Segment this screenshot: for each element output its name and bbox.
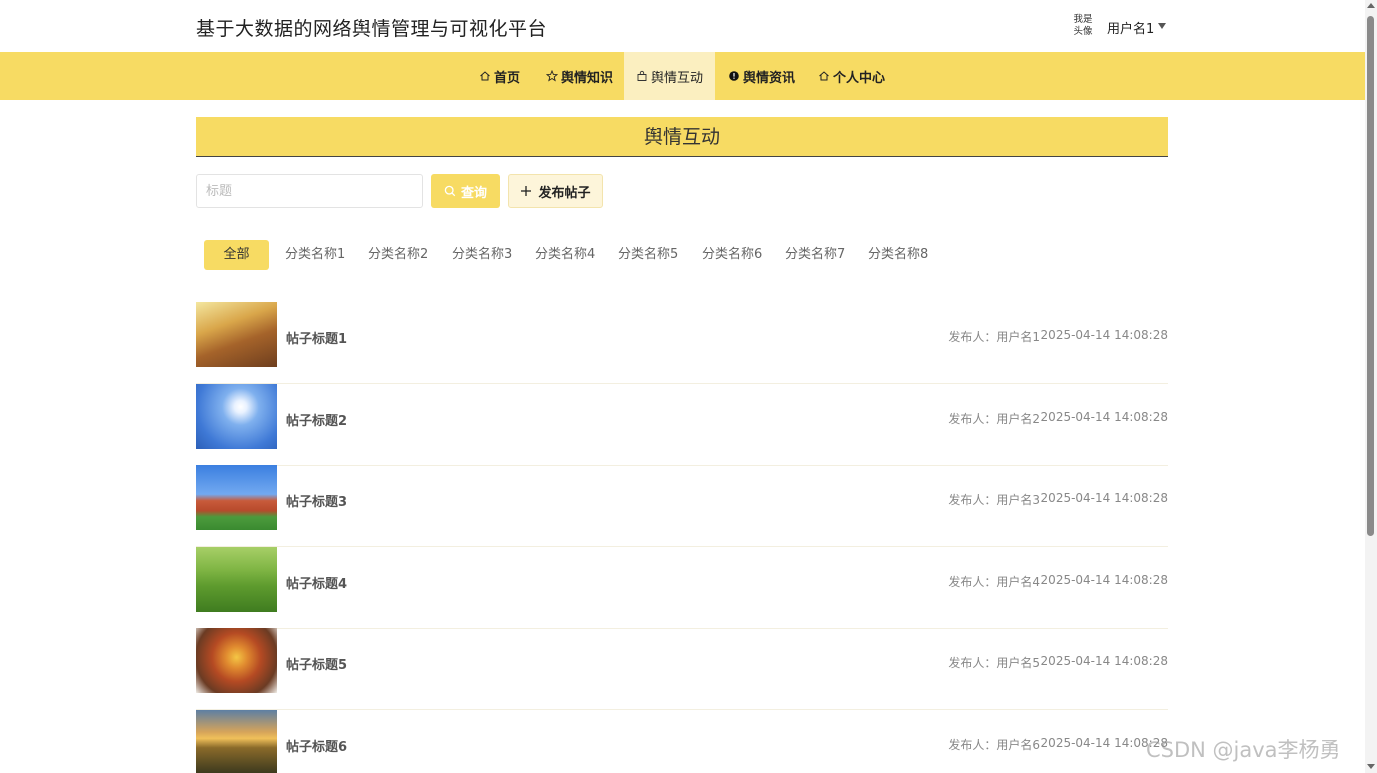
nav-item-label: 首页 — [494, 70, 521, 86]
post-title[interactable]: 帖子标题5 — [286, 654, 347, 673]
category-item[interactable]: 分类名称2 — [368, 240, 428, 270]
post-title[interactable]: 帖子标题4 — [286, 573, 347, 592]
category-item[interactable]: 分类名称3 — [452, 240, 512, 270]
category-item[interactable]: 分类名称8 — [868, 240, 928, 270]
nav-item-interaction[interactable]: 舆情互动 — [624, 52, 715, 100]
post-time: 2025-04-14 14:08:28 — [1040, 410, 1168, 424]
post-row[interactable]: 帖子标题2 发布人：用户名2 2025-04-14 14:08:28 — [196, 384, 1168, 466]
scrollbar-thumb[interactable] — [1367, 16, 1374, 536]
home-icon — [480, 71, 490, 81]
scroll-down-icon[interactable] — [1367, 764, 1375, 769]
category-item[interactable]: 分类名称4 — [535, 240, 595, 270]
post-thumbnail[interactable] — [196, 302, 277, 367]
section-header: 舆情互动 — [196, 117, 1168, 157]
scrollbar[interactable] — [1365, 0, 1377, 773]
category-item[interactable]: 分类名称1 — [285, 240, 345, 270]
post-author: 发布人：用户名4 — [948, 575, 1040, 589]
category-item[interactable]: 分类名称5 — [618, 240, 678, 270]
post-title[interactable]: 帖子标题6 — [286, 736, 347, 755]
nav-item-label: 舆情资讯 — [743, 70, 796, 86]
nav-item-knowledge[interactable]: 舆情知识 — [534, 52, 625, 100]
title-search-input[interactable] — [196, 174, 423, 208]
plus-icon — [521, 186, 532, 196]
post-row[interactable]: 帖子标题4 发布人：用户名4 2025-04-14 14:08:28 — [196, 547, 1168, 629]
header: 基于大数据的网络舆情管理与可视化平台 我是头像 用户名1 — [0, 0, 1365, 52]
nav-item-label: 舆情知识 — [561, 70, 614, 86]
post-title[interactable]: 帖子标题2 — [286, 410, 347, 429]
post-author: 发布人：用户名3 — [948, 493, 1040, 507]
section-title: 舆情互动 — [643, 126, 720, 148]
post-author: 发布人：用户名2 — [948, 412, 1040, 426]
scroll-up-icon[interactable] — [1367, 3, 1375, 8]
query-button-label: 查询 — [460, 185, 487, 201]
publish-button-label: 发布帖子 — [538, 185, 591, 201]
post-thumbnail[interactable] — [196, 628, 277, 693]
avatar[interactable]: 我是头像 — [1071, 14, 1095, 38]
nav-item-home[interactable]: 首页 — [467, 52, 532, 100]
watermark: CSDN @java李杨勇 — [1146, 738, 1341, 762]
post-time: 2025-04-14 14:08:28 — [1040, 491, 1168, 505]
chevron-down-icon[interactable] — [1158, 23, 1166, 29]
post-row[interactable]: 帖子标题6 发布人：用户名6 2025-04-14 14:08:28 — [196, 710, 1168, 773]
site-title: 基于大数据的网络舆情管理与可视化平台 — [196, 18, 548, 40]
main-nav: 首页 舆情知识 舆情互动 舆情资讯 个人中心 — [0, 52, 1365, 100]
category-all[interactable]: 全部 — [204, 240, 269, 270]
post-thumbnail[interactable] — [196, 547, 277, 612]
page: 基于大数据的网络舆情管理与可视化平台 我是头像 用户名1 首页 舆情知识 舆情互… — [0, 0, 1377, 773]
nav-item-profile[interactable]: 个人中心 — [806, 52, 897, 100]
post-title[interactable]: 帖子标题3 — [286, 491, 347, 510]
post-title[interactable]: 帖子标题1 — [286, 328, 347, 347]
category-item[interactable]: 分类名称7 — [785, 240, 845, 270]
post-author: 发布人：用户名1 — [948, 330, 1040, 344]
post-author: 发布人：用户名6 — [948, 738, 1040, 752]
post-row[interactable]: 帖子标题1 发布人：用户名1 2025-04-14 14:08:28 — [196, 302, 1168, 384]
nav-item-news[interactable]: 舆情资讯 — [716, 52, 807, 100]
post-thumbnail[interactable] — [196, 465, 277, 530]
home-icon — [819, 71, 829, 81]
nav-item-label: 个人中心 — [833, 70, 886, 86]
post-author: 发布人：用户名5 — [948, 656, 1040, 670]
search-icon — [444, 185, 456, 197]
info-icon — [729, 71, 739, 81]
category-item[interactable]: 分类名称6 — [702, 240, 762, 270]
post-time: 2025-04-14 14:08:28 — [1040, 573, 1168, 587]
post-thumbnail[interactable] — [196, 384, 277, 449]
nav-item-label: 舆情互动 — [651, 70, 704, 86]
bag-icon — [637, 70, 647, 81]
publish-post-button[interactable]: 发布帖子 — [508, 174, 603, 208]
post-row[interactable]: 帖子标题5 发布人：用户名5 2025-04-14 14:08:28 — [196, 628, 1168, 710]
star-icon — [546, 70, 558, 82]
user-menu-name[interactable]: 用户名1 — [1107, 18, 1154, 37]
post-thumbnail[interactable] — [196, 710, 277, 773]
post-row[interactable]: 帖子标题3 发布人：用户名3 2025-04-14 14:08:28 — [196, 465, 1168, 547]
query-button[interactable]: 查询 — [431, 174, 500, 208]
post-time: 2025-04-14 14:08:28 — [1040, 654, 1168, 668]
post-time: 2025-04-14 14:08:28 — [1040, 328, 1168, 342]
